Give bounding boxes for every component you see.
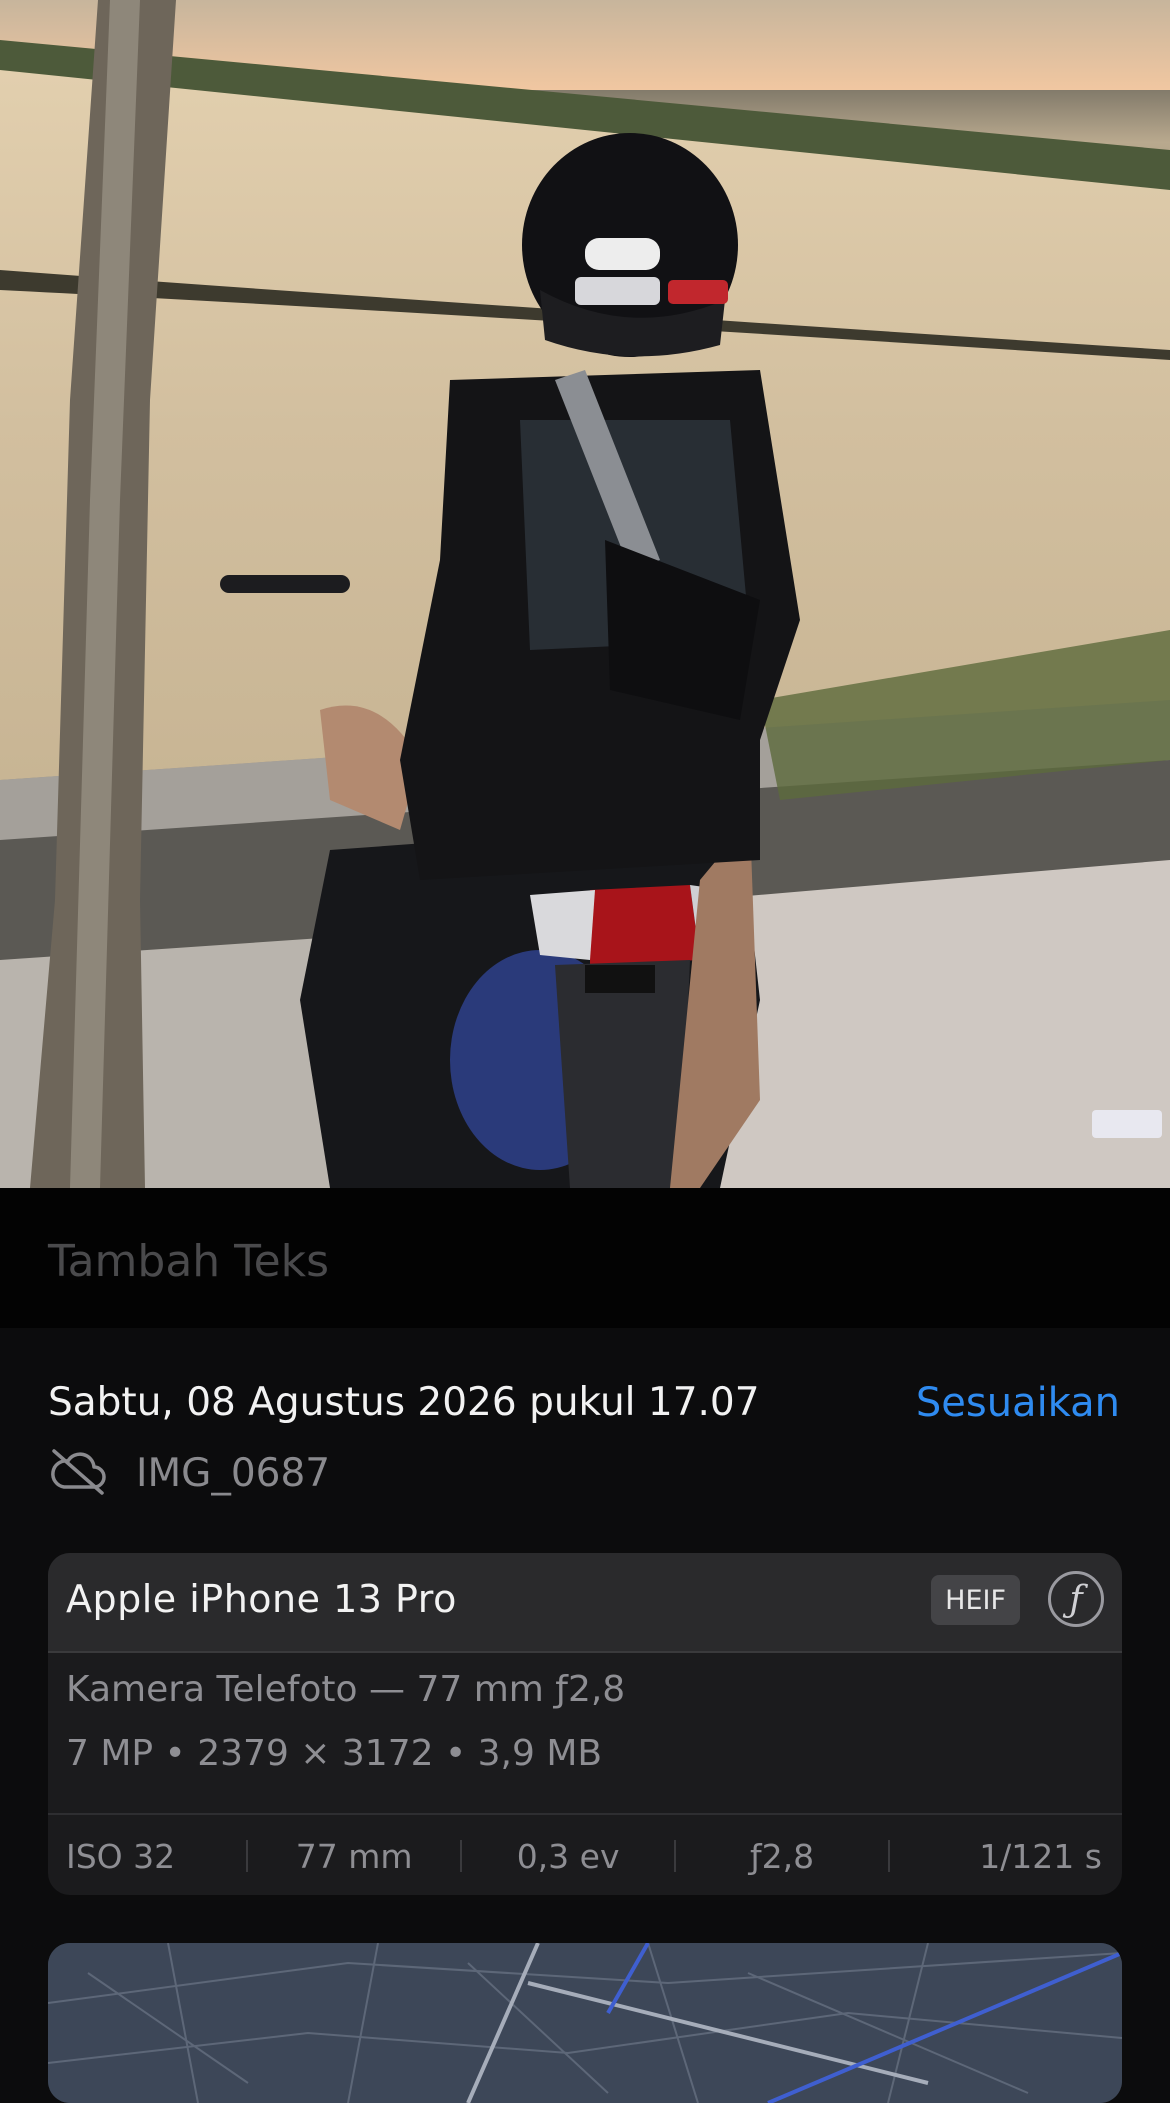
format-badge: HEIF xyxy=(931,1575,1020,1625)
filename: IMG_0687 xyxy=(136,1450,331,1496)
photo[interactable] xyxy=(0,0,1170,1188)
lens-info: Kamera Telefoto — 77 mm ƒ2,8 xyxy=(66,1669,626,1710)
camera-card-header: Apple iPhone 13 Pro HEIF ƒ xyxy=(48,1553,1122,1653)
exif-exposure-bias: 0,3 ev xyxy=(516,1836,620,1876)
exif-focal-length: 77 mm xyxy=(295,1836,413,1876)
caption-area[interactable]: Tambah Teks xyxy=(0,1188,1170,1328)
caption-placeholder[interactable]: Tambah Teks xyxy=(48,1236,329,1287)
camera-info-card: Apple iPhone 13 Pro HEIF ƒ Kamera Telefo… xyxy=(48,1553,1122,1895)
image-specs: 7 MP • 2379 × 3172 • 3,9 MB xyxy=(66,1733,603,1774)
aperture-badge-icon[interactable]: ƒ xyxy=(1048,1571,1104,1627)
photo-illustration xyxy=(0,0,1170,1188)
cloud-off-icon xyxy=(48,1447,108,1499)
exif-aperture: ƒ2,8 xyxy=(750,1836,815,1876)
map-streets xyxy=(48,1943,1122,2103)
exif-shutter-speed: 1/121 s xyxy=(979,1836,1102,1876)
location-map[interactable] xyxy=(48,1943,1122,2103)
capture-datetime: Sabtu, 08 Agustus 2026 pukul 17.07 xyxy=(48,1380,760,1425)
adjust-button[interactable]: Sesuaikan xyxy=(916,1380,1120,1426)
exif-row: ISO 32 77 mm 0,3 ev ƒ2,8 1/121 s xyxy=(48,1813,1122,1895)
device-name: Apple iPhone 13 Pro xyxy=(66,1577,457,1621)
exif-iso: ISO 32 xyxy=(66,1836,176,1876)
filename-row: IMG_0687 xyxy=(48,1447,330,1499)
